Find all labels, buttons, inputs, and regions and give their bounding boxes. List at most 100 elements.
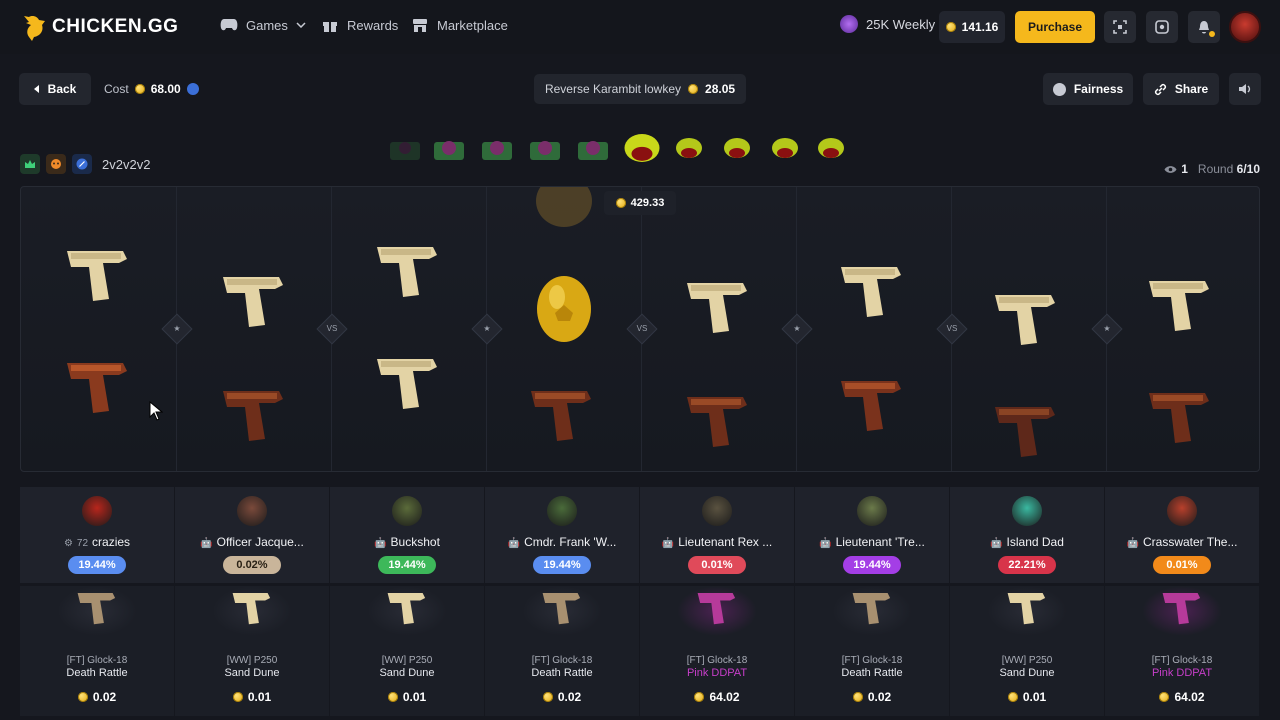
player-card[interactable]: 🤖 Buckshot 19.44% bbox=[330, 487, 484, 583]
nav-games[interactable]: Games bbox=[220, 17, 306, 33]
user-avatar[interactable] bbox=[1229, 11, 1261, 43]
share-button[interactable]: Share bbox=[1143, 73, 1219, 105]
player-card[interactable]: 🤖 Cmdr. Frank 'W... 19.44% bbox=[485, 487, 639, 583]
coin-icon bbox=[134, 84, 145, 94]
item-card[interactable]: [FT] Glock-18 Death Rattle 0.02 bbox=[795, 586, 949, 716]
player-card[interactable]: ⚙ 72 crazies 19.44% bbox=[20, 487, 174, 583]
discount-icon[interactable] bbox=[186, 83, 199, 95]
case-reel-strip bbox=[385, 128, 855, 174]
win-chance-badge: 0.01% bbox=[1153, 556, 1211, 574]
logo[interactable]: CHICKEN.GG bbox=[20, 12, 178, 42]
case-icon bbox=[390, 142, 420, 160]
player-avatar[interactable] bbox=[857, 496, 887, 526]
round-value: 6/10 bbox=[1236, 162, 1260, 176]
glock-icon bbox=[697, 593, 736, 625]
nav-rewards[interactable]: Rewards bbox=[321, 17, 398, 33]
win-value: 429.33 bbox=[630, 197, 665, 209]
sound-button[interactable] bbox=[1229, 73, 1261, 105]
player-card[interactable]: 🤖 Officer Jacque... 0.02% bbox=[175, 487, 329, 583]
item-price-value: 0.02 bbox=[557, 690, 582, 704]
item-card[interactable]: [WW] P250 Sand Dune 0.01 bbox=[175, 586, 329, 716]
item-card[interactable]: [FT] Glock-18 Pink DDPAT 64.02 bbox=[640, 586, 794, 716]
player-card[interactable]: 🤖 Lieutenant Rex ... 0.01% bbox=[640, 487, 794, 583]
player-name-text: Lieutenant 'Tre... bbox=[835, 535, 925, 549]
top-drop-name: Reverse Karambit lowkey bbox=[544, 82, 682, 96]
nav-marketplace[interactable]: Marketplace bbox=[411, 17, 508, 33]
player-card[interactable]: 🤖 Island Dad 22.21% bbox=[950, 487, 1104, 583]
player-name-text: Lieutenant Rex ... bbox=[678, 535, 773, 549]
player-avatar[interactable] bbox=[702, 496, 732, 526]
p250-icon bbox=[387, 593, 426, 625]
item-card[interactable]: [FT] Glock-18 Death Rattle 0.02 bbox=[485, 586, 639, 716]
notifications-button[interactable] bbox=[1188, 11, 1220, 43]
mouse-cursor-icon bbox=[149, 401, 163, 421]
back-label: Back bbox=[47, 82, 77, 96]
player-name: 🤖 Lieutenant 'Tre... bbox=[795, 535, 949, 549]
fairness-button[interactable]: Fairness bbox=[1043, 73, 1133, 105]
case-icon bbox=[724, 138, 750, 158]
player-card[interactable]: 🤖 Crasswater The... 0.01% bbox=[1105, 487, 1259, 583]
item-card[interactable]: [FT] Glock-18 Death Rattle 0.02 bbox=[20, 586, 174, 716]
weekly-race[interactable]: 25K Weekly bbox=[840, 15, 935, 33]
bot-icon: 🤖 bbox=[507, 538, 521, 549]
item-name: [FT] Glock-18 bbox=[531, 655, 593, 666]
item-card[interactable]: [WW] P250 Sand Dune 0.01 bbox=[330, 586, 484, 716]
vs-badge: VS bbox=[936, 313, 968, 345]
item-price-value: 0.02 bbox=[867, 690, 892, 704]
share-label: Share bbox=[1174, 82, 1209, 96]
item-price: 0.01 bbox=[330, 690, 484, 704]
nav-games-label: Games bbox=[246, 17, 288, 33]
settings-button[interactable] bbox=[1146, 11, 1178, 43]
item-card[interactable]: [FT] Glock-18 Pink DDPAT 64.02 bbox=[1105, 586, 1259, 716]
round-label: Round bbox=[1197, 162, 1234, 176]
p250-sand-dune-icon bbox=[841, 267, 901, 317]
case-icon bbox=[772, 138, 798, 158]
trophy-icon bbox=[840, 15, 858, 33]
item-price-value: 0.02 bbox=[92, 690, 117, 704]
bot-icon: 🤖 bbox=[1126, 538, 1139, 549]
player-avatar[interactable] bbox=[392, 496, 422, 526]
back-button[interactable]: Back bbox=[19, 73, 91, 105]
item-skin: Sand Dune bbox=[999, 667, 1055, 679]
win-value-badge: 429.33 bbox=[604, 191, 676, 215]
coin-icon bbox=[1159, 692, 1170, 702]
item-name: [FT] Glock-18 bbox=[841, 655, 903, 666]
item-skin: Pink DDPAT bbox=[1151, 667, 1213, 679]
spectator-count: 1 bbox=[1181, 162, 1188, 176]
player-avatar[interactable] bbox=[82, 496, 112, 526]
case-icon bbox=[624, 134, 660, 162]
win-chance-badge: 0.02% bbox=[223, 556, 281, 574]
golden-egg-icon bbox=[536, 187, 592, 227]
glock-icon bbox=[77, 593, 116, 625]
notification-dot-icon bbox=[1209, 31, 1215, 37]
coin-icon bbox=[694, 692, 705, 702]
glock-death-rattle-icon bbox=[995, 407, 1055, 457]
player-card[interactable]: 🤖 Lieutenant 'Tre... 19.44% bbox=[795, 487, 949, 583]
cost-value: 68.00 bbox=[150, 82, 181, 96]
round-counter: Round 6/10 bbox=[1198, 162, 1260, 176]
player-avatar[interactable] bbox=[1012, 496, 1042, 526]
balance-display[interactable]: 141.16 bbox=[939, 11, 1005, 43]
player-avatar[interactable] bbox=[1167, 496, 1197, 526]
purchase-button[interactable]: Purchase bbox=[1015, 11, 1095, 43]
player-avatar[interactable] bbox=[547, 496, 577, 526]
case-icon bbox=[434, 141, 464, 160]
p250-sand-dune-icon bbox=[1149, 281, 1209, 331]
glock-death-rattle-icon bbox=[67, 363, 127, 413]
player-avatar[interactable] bbox=[237, 496, 267, 526]
percent-icon bbox=[72, 154, 92, 174]
vs-badge: VS bbox=[626, 313, 658, 345]
item-name: [WW] P250 bbox=[1001, 655, 1053, 666]
fairness-label: Fairness bbox=[1073, 82, 1124, 96]
p250-icon bbox=[1007, 593, 1046, 625]
p250-icon bbox=[232, 593, 271, 625]
item-card[interactable]: [WW] P250 Sand Dune 0.01 bbox=[950, 586, 1104, 716]
check-circle-icon bbox=[1052, 82, 1066, 96]
case-icon bbox=[482, 141, 512, 160]
scan-button[interactable] bbox=[1104, 11, 1136, 43]
player-level: 72 bbox=[76, 538, 89, 549]
win-chance-badge: 19.44% bbox=[378, 556, 436, 574]
item-price-value: 64.02 bbox=[709, 690, 740, 704]
win-chance-badge: 19.44% bbox=[533, 556, 591, 574]
case-icon bbox=[676, 138, 702, 158]
